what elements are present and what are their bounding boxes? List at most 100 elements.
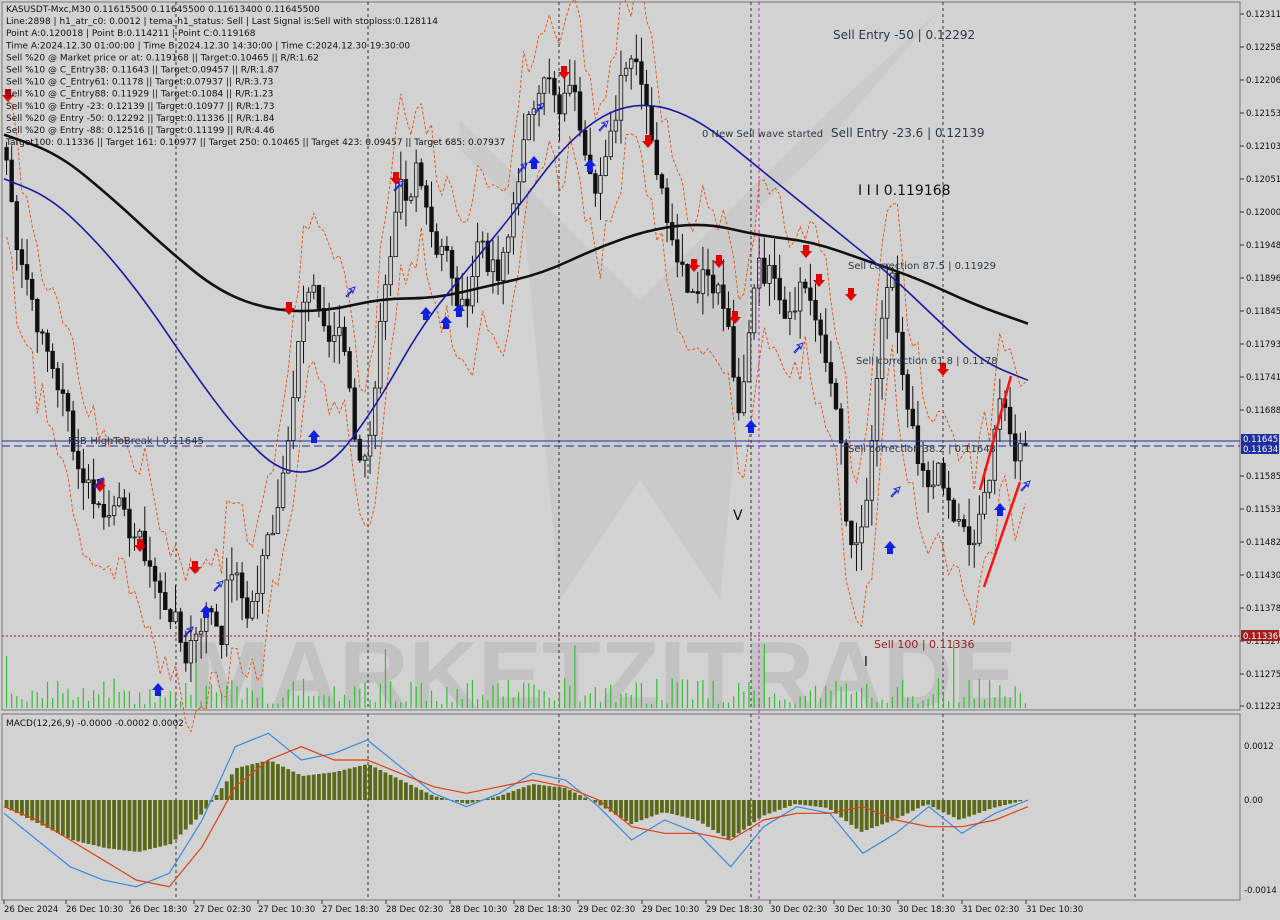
candle-body <box>977 513 982 544</box>
candle-body <box>60 389 66 394</box>
candle-body <box>577 91 583 131</box>
candle-body <box>403 179 409 201</box>
candle-body <box>362 455 368 461</box>
sell-entry-50-label: Sell Entry -50 | 0.12292 <box>833 28 975 42</box>
time-label: 28 Dec 18:30 <box>514 905 571 915</box>
svg-text:0.11645: 0.11645 <box>1243 435 1278 445</box>
sell-entry-236-label: Sell Entry -23.6 | 0.12139 <box>831 126 985 140</box>
candle-body <box>198 630 204 635</box>
candle-body <box>111 505 117 516</box>
candle-body <box>680 261 685 265</box>
time-label: 27 Dec 18:30 <box>322 905 379 915</box>
candle-body <box>675 239 680 263</box>
macd-label: MACD(12,26,9) -0.0000 -0.0002 0.0002 <box>6 719 184 729</box>
chart-canvas[interactable]: MARKETZITRADE KASUSDT-Mxc,M30 0.11615500… <box>0 0 1280 920</box>
candle-body <box>772 265 777 279</box>
macd-axis-label: 0.0012 <box>1244 742 1274 752</box>
sell-100-label: Sell 100 | 0.11336 <box>874 638 975 651</box>
time-label: 27 Dec 02:30 <box>194 905 251 915</box>
candle-body <box>751 287 757 334</box>
time-axis: 26 Dec 2024 26 Dec 10:30 26 Dec 18:30 27 De… <box>3 900 1083 915</box>
candle-body <box>654 139 659 176</box>
candle-body <box>132 536 137 539</box>
candle-body <box>234 572 240 576</box>
candle-body <box>526 114 531 141</box>
candle-body <box>460 298 465 307</box>
time-label: 28 Dec 10:30 <box>450 905 507 915</box>
header-info-line: Sell %20 @ Entry -50: 0.12292 || Target:… <box>6 114 275 124</box>
wave-v-label: V <box>733 508 743 524</box>
candle-body <box>639 61 644 85</box>
candle-body <box>96 503 101 506</box>
candle-body <box>408 196 414 201</box>
price-label: 0.12103 <box>1246 142 1280 152</box>
candle-body <box>168 609 173 623</box>
time-label: 29 Dec 18:30 <box>706 905 763 915</box>
candle-body <box>741 381 747 414</box>
candle-body <box>76 450 81 470</box>
candle-body <box>828 362 834 384</box>
candle-body <box>490 259 496 272</box>
candle-body <box>792 310 798 313</box>
price-tag-target: 0.11336 <box>1241 630 1279 642</box>
candle-body <box>716 284 721 294</box>
candle-body <box>925 470 931 488</box>
candle-body <box>833 382 839 410</box>
fsb-label: FSB-HighToBreak | 0.11645 <box>68 436 204 447</box>
sell-correction-618-label: Sell correction 61.8 | 0.1178 <box>856 356 998 367</box>
candle-body <box>291 397 296 441</box>
header-info-line: Sell %10 @ C_Entry38: 0.11643 || Target:… <box>6 66 279 76</box>
time-label: 28 Dec 02:30 <box>386 905 443 915</box>
candle-body <box>890 272 895 288</box>
candle-body <box>618 74 624 121</box>
candle-body <box>14 201 19 251</box>
candle-body <box>383 284 388 322</box>
candle-body <box>598 175 603 194</box>
candle-body <box>521 139 526 183</box>
candle-body <box>613 119 619 132</box>
candle-body <box>337 326 342 337</box>
candle-body <box>813 299 818 321</box>
candle-body <box>1018 442 1023 462</box>
candle-body <box>746 332 752 383</box>
candle-body <box>45 332 50 352</box>
candle-body <box>65 393 71 412</box>
candle-body <box>767 265 772 284</box>
new-sell-wave-label: 0 New Sell wave started <box>702 129 823 140</box>
candle-body <box>255 593 260 602</box>
candle-body <box>157 580 163 593</box>
candle-body <box>81 468 86 484</box>
trading-chart[interactable]: MARKETZITRADE KASUSDT-Mxc,M30 0.11615500… <box>0 0 1280 920</box>
candle-body <box>608 130 613 158</box>
candle-body <box>413 162 419 198</box>
candle-body <box>885 287 890 319</box>
candle-body <box>956 519 962 522</box>
price-tag-current: 0.11645 0.11634 <box>1241 434 1279 455</box>
header-info-line: Sell %10 @ Entry -23: 0.12139 || Target:… <box>6 102 274 112</box>
header-info-line: Time A:2024.12.30 01:00:00 | Time B:2024… <box>5 41 410 51</box>
candle-body <box>557 94 562 115</box>
candle-body <box>424 185 429 208</box>
candle-body <box>270 532 275 536</box>
candle-body <box>439 245 444 255</box>
header-info-line: Point A:0.120018 | Point B:0.114211 | Po… <box>6 29 256 39</box>
candle-body <box>280 472 286 509</box>
candle-body <box>982 491 987 515</box>
candle-body <box>229 574 235 581</box>
candle-body <box>782 299 787 319</box>
price-label: 0.11223 <box>1246 702 1280 712</box>
candle-body <box>137 530 142 538</box>
candle-body <box>265 534 270 556</box>
candle-body <box>50 350 55 369</box>
candle-body <box>721 284 726 309</box>
candle-body <box>501 251 506 281</box>
candle-body <box>987 479 992 493</box>
candle-body <box>117 497 122 507</box>
candle-body <box>429 206 434 233</box>
macd-axis-label: -0.0014 <box>1244 886 1277 896</box>
candle-body <box>24 264 30 280</box>
candle-body <box>122 497 127 510</box>
macd-axis-label: 0.00 <box>1244 796 1263 806</box>
candle-body <box>859 526 864 544</box>
header-info-line: Sell %10 @ C_Entry61: 0.1178 || Target:0… <box>6 78 273 88</box>
